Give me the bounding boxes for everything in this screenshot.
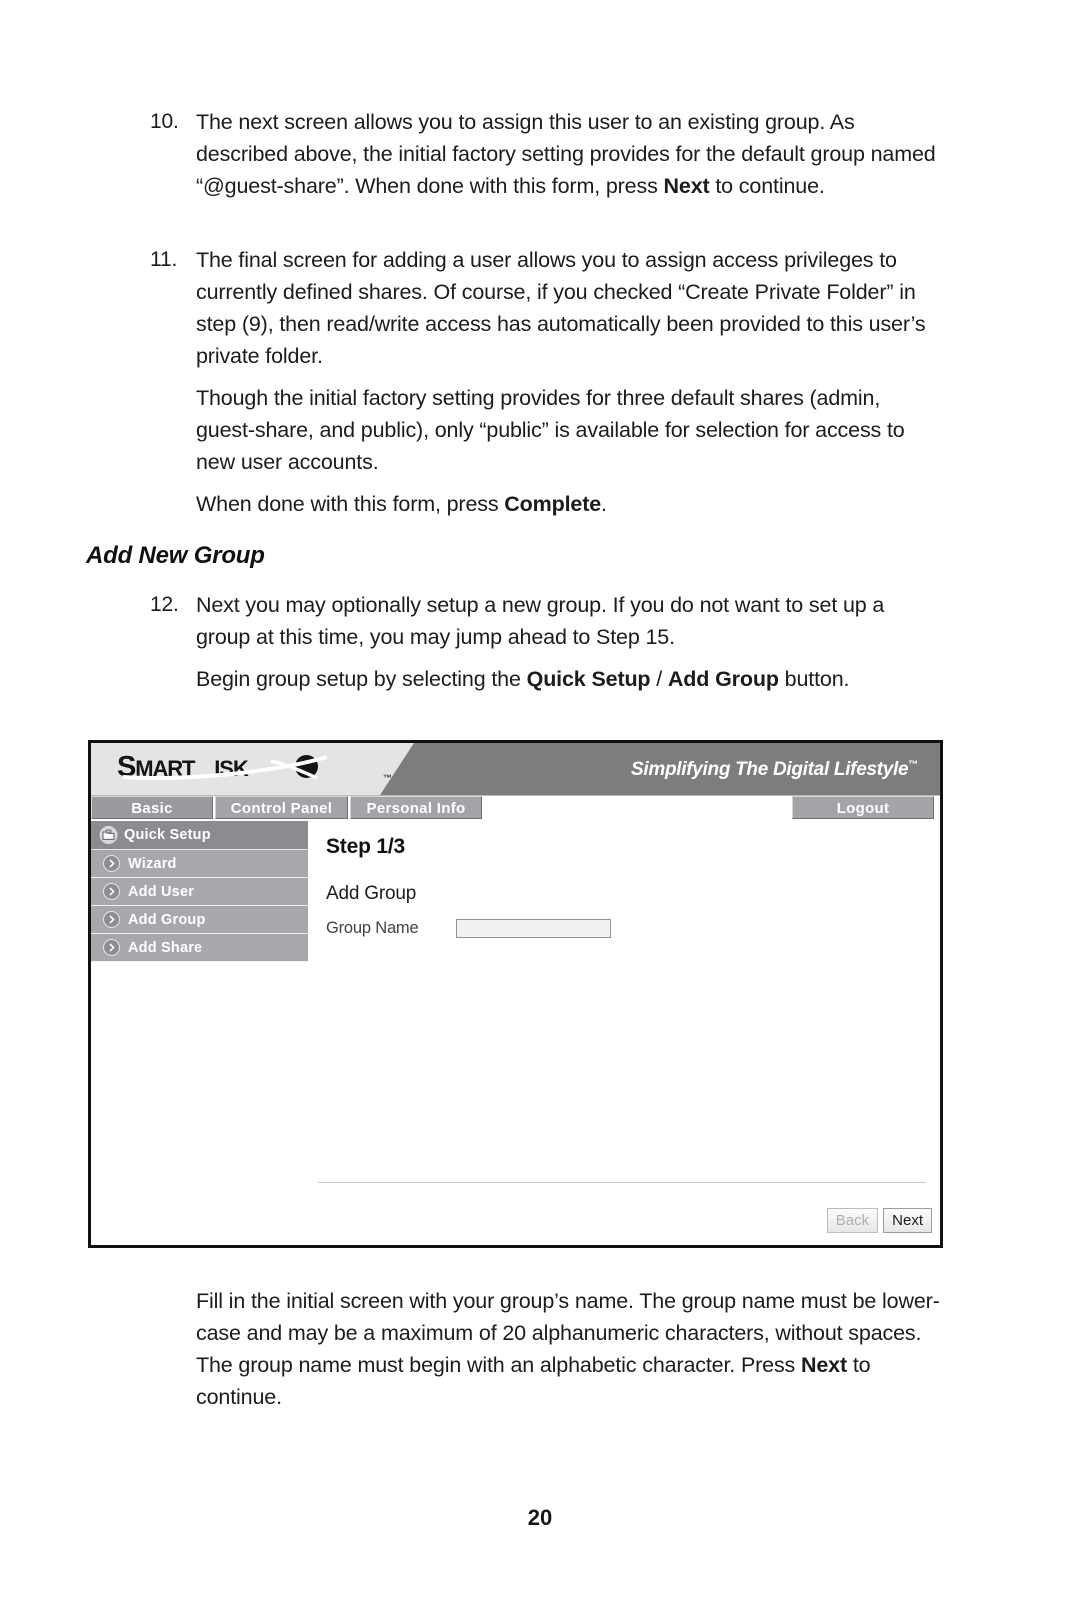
sidebar-header-label: Quick Setup bbox=[124, 827, 211, 843]
section-heading: Add New Group bbox=[86, 542, 265, 569]
group-name-input[interactable] bbox=[456, 919, 611, 938]
app-banner: SMARTDISK ™ Simplifying The Digital Life… bbox=[91, 743, 940, 796]
sidebar-item-add-share[interactable]: Add Share bbox=[91, 934, 308, 962]
logout-button[interactable]: Logout bbox=[792, 796, 934, 819]
list-item-text: Next you may optionally setup a new grou… bbox=[196, 593, 885, 649]
chevron-right-circle-icon bbox=[103, 939, 120, 956]
app-tagline: Simplifying The Digital Lifestyle™ bbox=[631, 759, 918, 781]
paragraph-begin-group-setup: Begin group setup by selecting the Quick… bbox=[196, 663, 940, 695]
list-item: 11. The final screen for adding a user a… bbox=[140, 244, 940, 372]
footer-divider bbox=[318, 1182, 926, 1183]
list-item-number: 12. bbox=[150, 593, 179, 616]
next-button[interactable]: Next bbox=[883, 1208, 932, 1233]
group-name-label: Group Name bbox=[326, 919, 419, 937]
begin-setup-pre: Begin group setup by selecting the bbox=[196, 667, 527, 691]
tab-spacer bbox=[484, 796, 792, 821]
nav-tab-strip: Basic Control Panel Personal Info Logout bbox=[91, 796, 940, 821]
begin-setup-post: button. bbox=[778, 667, 850, 691]
sidebar-header-quick-setup[interactable]: Quick Setup bbox=[91, 821, 308, 850]
sidebar: Quick Setup Wizard Add User Add Group Ad… bbox=[91, 821, 308, 1240]
tab-control-panel[interactable]: Control Panel bbox=[215, 796, 348, 819]
logo-isk: ISK bbox=[214, 756, 248, 781]
logo-disc-icon bbox=[295, 755, 318, 778]
chevron-right-circle-icon bbox=[103, 911, 120, 928]
complete-post: . bbox=[601, 492, 607, 516]
sidebar-item-label: Add User bbox=[128, 883, 195, 900]
begin-setup-bold-add-group: Add Group bbox=[667, 667, 779, 691]
sidebar-item-label: Wizard bbox=[128, 855, 177, 872]
logo-trademark: ™ bbox=[383, 773, 392, 783]
sidebar-item-label: Add Share bbox=[128, 939, 203, 956]
back-button[interactable]: Back bbox=[826, 1208, 879, 1233]
sidebar-item-wizard[interactable]: Wizard bbox=[91, 850, 308, 878]
chevron-right-circle-icon bbox=[103, 883, 120, 900]
tab-personal-info[interactable]: Personal Info bbox=[350, 796, 482, 819]
list-item-text: The final screen for adding a user allow… bbox=[196, 248, 926, 368]
tagline-text: Simplifying The Digital Lifestyle bbox=[631, 759, 909, 780]
form-title: Add Group bbox=[326, 883, 417, 904]
paragraph-complete-instruction: When done with this form, press Complete… bbox=[196, 488, 940, 520]
tagline-trademark: ™ bbox=[908, 759, 918, 771]
list-item-text: The next screen allows you to assign thi… bbox=[196, 106, 940, 202]
screenshot-figure: SMARTDISK ™ Simplifying The Digital Life… bbox=[88, 740, 943, 1248]
content-pane: Step 1/3 Add Group Group Name Back Next bbox=[308, 821, 940, 1240]
chevron-right-circle-icon bbox=[103, 855, 120, 872]
paragraph-fill-in-instruction: Fill in the initial screen with your gro… bbox=[196, 1285, 940, 1413]
smartdisk-logo: SMARTDISK bbox=[117, 751, 249, 784]
item10-text-b: to continue. bbox=[709, 174, 825, 198]
item10-bold-next: Next bbox=[663, 174, 710, 198]
group-name-row: Group Name bbox=[326, 919, 940, 938]
tab-basic[interactable]: Basic bbox=[91, 796, 213, 819]
begin-setup-mid: / bbox=[650, 667, 668, 691]
list-item: 10. The next screen allows you to assign… bbox=[140, 106, 940, 202]
app-body: Quick Setup Wizard Add User Add Group Ad… bbox=[91, 821, 940, 1240]
document-page: 10. The next screen allows you to assign… bbox=[0, 0, 1080, 1620]
sidebar-item-add-group[interactable]: Add Group bbox=[91, 906, 308, 934]
closing-bold-next: Next bbox=[800, 1353, 847, 1377]
paragraph-shares-note: Though the initial factory setting provi… bbox=[196, 386, 905, 474]
begin-setup-bold-quick-setup: Quick Setup bbox=[526, 667, 651, 691]
list-item-number: 11. bbox=[150, 248, 178, 271]
step-indicator: Step 1/3 bbox=[326, 835, 405, 858]
complete-bold: Complete bbox=[504, 492, 602, 516]
logo-s: S bbox=[117, 751, 136, 783]
folder-icon bbox=[99, 826, 118, 844]
sidebar-item-add-user[interactable]: Add User bbox=[91, 878, 308, 906]
list-item-number: 10. bbox=[150, 110, 179, 133]
logo-mart: MART bbox=[135, 756, 195, 781]
page-number: 20 bbox=[527, 1505, 553, 1530]
complete-pre: When done with this form, press bbox=[196, 492, 505, 516]
list-item: 12. Next you may optionally setup a new … bbox=[140, 589, 940, 653]
sidebar-item-label: Add Group bbox=[128, 911, 206, 928]
wizard-button-row: Back Next bbox=[826, 1208, 932, 1233]
